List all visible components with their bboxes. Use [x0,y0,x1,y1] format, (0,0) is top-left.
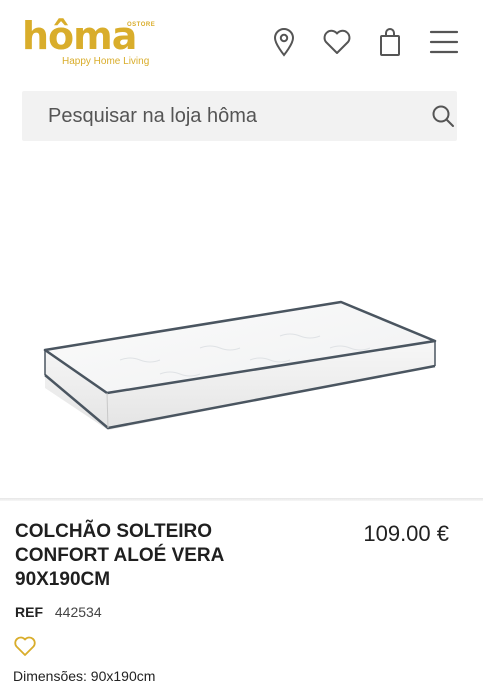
product-price: 109.00 € [363,521,449,546]
homa-logo[interactable]: hôma OSTORE Happy Home Living [22,14,157,70]
favorite-heart-icon[interactable] [13,634,37,658]
product-reference: REF 442534 [15,604,102,620]
shopping-bag-icon[interactable] [374,26,406,58]
product-dimensions: Dimensões: 90x190cm [13,668,156,684]
logo-ostore: OSTORE [127,22,156,28]
site-header: hôma OSTORE Happy Home Living [0,0,483,86]
product-title: COLCHÃO SOLTEIRO CONFORT ALOÉ VERA 90X19… [15,521,224,590]
logo-wordmark: hôma [22,14,137,58]
section-divider [0,498,483,501]
location-icon[interactable] [268,26,300,58]
heart-icon[interactable] [321,26,353,58]
search-bar [22,91,457,141]
search-icon[interactable] [431,104,455,128]
search-input[interactable] [22,91,402,141]
ref-value: 442534 [54,604,102,620]
menu-icon[interactable] [428,26,460,58]
ref-label: REF [15,604,43,620]
product-image[interactable] [0,160,483,490]
logo-tagline: Happy Home Living [62,56,150,67]
